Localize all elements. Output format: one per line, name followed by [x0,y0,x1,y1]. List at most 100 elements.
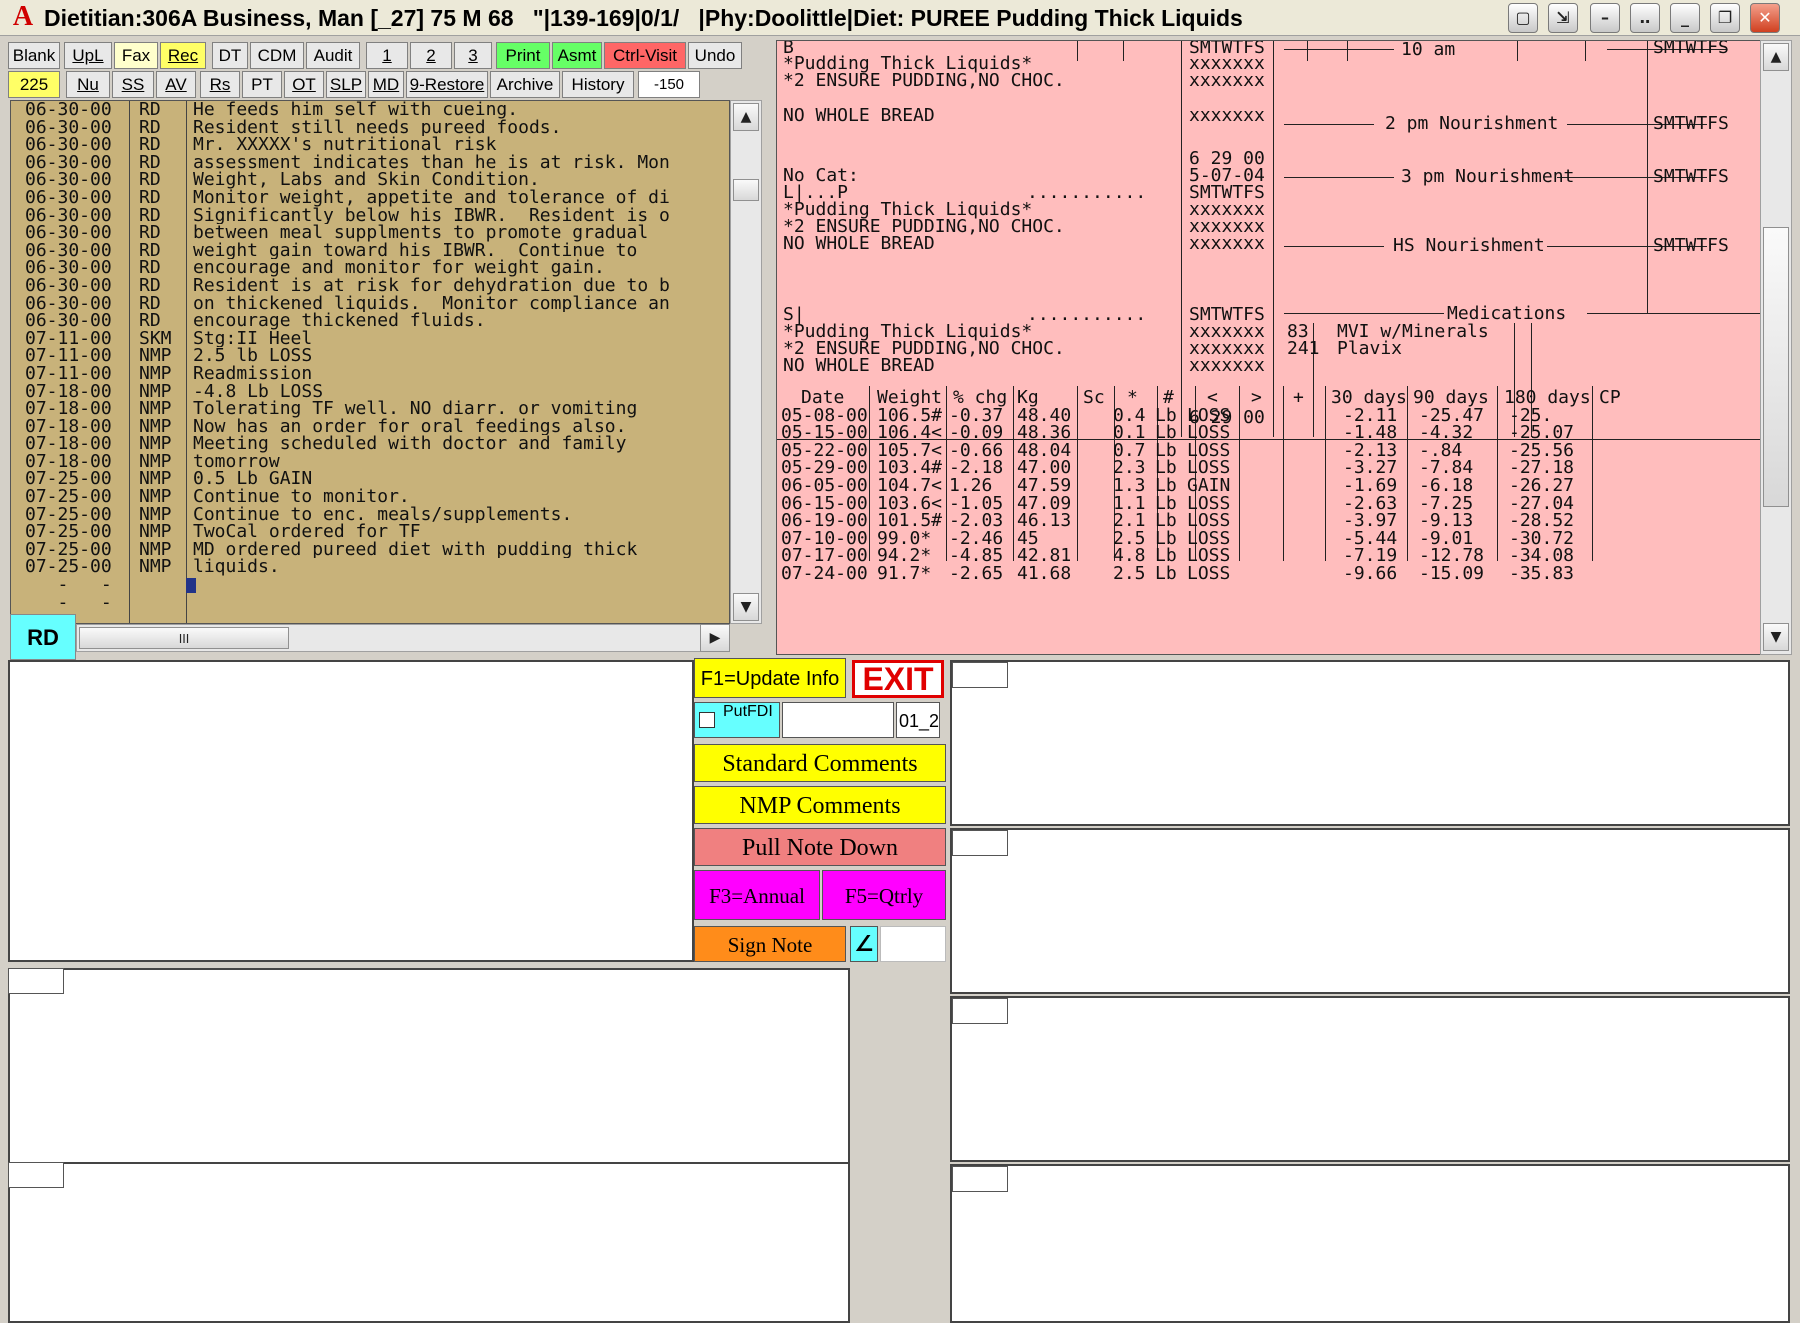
note-row[interactable]: 06-30-00 RD Monitor weight, appetite and t… [11,189,729,207]
note-row[interactable]: 07-25-00 NMP Continue to enc. meals/supple… [11,505,729,524]
close-button[interactable]: ✕ [1750,3,1780,33]
note-row[interactable]: 07-11-00 NMP 2.5 lb LOSS [11,347,729,365]
comment-panel-1[interactable] [950,660,1790,826]
summary-vertical-scrollbar[interactable]: ▲ ▼ [1760,40,1792,655]
note-row[interactable]: 07-18-00 NMP tomorrow [11,453,729,471]
note-row[interactable]: - - [11,593,729,612]
note-row[interactable]: 07-25-00 NMP 0.5 Lb GAIN [11,470,729,488]
rec-button[interactable]: Rec [160,42,206,69]
note-entry-panel[interactable] [8,660,694,962]
note-row[interactable]: 07-11-00 SKM Stg:II Heel [11,329,729,348]
note-row[interactable]: 07-18-00 NMP Tolerating TF well. NO diarr.… [11,400,729,418]
restore-button[interactable]: 9-Restore [406,71,488,98]
pt-button[interactable]: PT [242,71,282,98]
sign-note-button[interactable]: Sign Note [694,926,846,962]
dt-button[interactable]: DT [212,42,248,69]
comment-panel-2[interactable] [950,828,1790,994]
blank-button[interactable]: Blank [8,42,60,69]
md-button[interactable]: MD [368,71,404,98]
sign-angle-icon[interactable]: ∠ [850,926,878,962]
standard-comments-button[interactable]: Standard Comments [694,744,946,782]
undo-button[interactable]: Undo [688,42,742,69]
update-info-button[interactable]: F1=Update Info [694,658,846,698]
note-row[interactable]: 07-25-00 NMP MD ordered pureed diet with p… [11,541,729,559]
summary-scroll-thumb[interactable] [1763,227,1789,507]
note-row[interactable]: 06-30-00 RD encourage thickened fluids. [11,312,729,330]
comment-panel-1-tab[interactable] [952,662,1008,688]
pin-button[interactable]: ⇲ [1548,3,1578,33]
summary-scroll-up-icon[interactable]: ▲ [1763,43,1789,71]
maximize-button[interactable]: ❐ [1710,3,1740,33]
fax-button[interactable]: Fax [114,42,158,69]
notes-panel-2-tab[interactable] [8,968,64,994]
note-row[interactable]: 07-11-00 NMP Readmission [11,365,729,383]
minimize-button[interactable]: _ [1670,3,1700,33]
print-button[interactable]: Print [496,42,550,69]
pull-note-down-button[interactable]: Pull Note Down [694,828,946,866]
rs-button[interactable]: Rs [200,71,240,98]
ctrl-visit-button[interactable]: Ctrl-Visit [604,42,686,69]
note-row[interactable]: 07-25-00 NMP liquids. [11,558,729,576]
archive-button[interactable]: Archive [490,71,560,98]
cdm-button[interactable]: CDM [250,42,304,69]
exit-button[interactable]: EXIT [852,660,944,698]
notes-vertical-scrollbar[interactable]: ▲ ▼ [730,100,762,624]
audit-button[interactable]: Audit [306,42,360,69]
note-row[interactable]: 07-18-00 NMP Now has an order for oral fee… [11,417,729,436]
comment-panel-3-tab[interactable] [952,998,1008,1024]
comment-panel-4[interactable] [950,1164,1790,1323]
notes-panel-3-tab[interactable] [8,1162,64,1188]
scroll-down-icon[interactable]: ▼ [733,593,759,621]
sign-field[interactable] [880,926,946,962]
history-button[interactable]: History [562,71,634,98]
note-row[interactable]: 07-18-00 NMP Meeting scheduled with doctor… [11,435,729,453]
note-row[interactable]: 06-30-00 RD Mr. XXXXX's nutritional risk [11,136,729,154]
scroll-thumb[interactable] [733,179,759,201]
window-menu-button[interactable]: ▢ [1508,3,1538,33]
note-row[interactable]: 06-30-00 RD encourage and monitor for weig… [11,259,729,277]
hscroll-thumb[interactable]: III [79,627,289,649]
note-row[interactable]: 07-18-00 NMP -4.8 Lb LOSS [11,382,729,401]
minimize-inner-button[interactable]: – [1590,3,1620,33]
restore-inner-button[interactable]: ‥ [1630,3,1660,33]
notes-panel-2[interactable] [8,968,850,1164]
av-button[interactable]: AV [156,71,196,98]
note-row[interactable]: 07-25-00 NMP Continue to monitor. [11,488,729,506]
scroll-right-icon[interactable]: ▶ [700,624,730,652]
slp-button[interactable]: SLP [326,71,366,98]
page-3-button[interactable]: 3 [454,42,492,69]
putfdi-control[interactable]: PutFDI [694,702,780,738]
nmp-comments-button[interactable]: NMP Comments [694,786,946,824]
note-row[interactable]: 06-30-00 RD on thickened liquids. Monitor … [11,294,729,313]
note-row[interactable]: 06-30-00 RD Significantly below his IBWR. … [11,206,729,225]
putfdi-field[interactable] [782,702,894,738]
quarterly-button[interactable]: F5=Qtrly [822,870,946,920]
note-row[interactable]: 06-30-00 RD assessment indicates than he i… [11,153,729,172]
note-row[interactable]: - - [11,576,729,594]
offset-field[interactable]: -150 [638,71,700,98]
summary-scroll-down-icon[interactable]: ▼ [1763,623,1789,651]
ot-button[interactable]: OT [284,71,324,98]
note-row[interactable]: 06-30-00 RD He feeds him self with cueing. [11,101,729,119]
note-row[interactable]: 07-25-00 NMP TwoCal ordered for TF [11,523,729,541]
progress-notes-list[interactable]: 06-30-00 RD He feeds him self with cueing.… [10,100,730,624]
scroll-up-icon[interactable]: ▲ [733,103,759,131]
note-row[interactable]: 06-30-00 RD Resident still needs pureed fo… [11,118,729,137]
asmt-button[interactable]: Asmt [552,42,602,69]
notes-panel-3[interactable] [8,1162,850,1323]
nu-button[interactable]: Nu [66,71,110,98]
notes-horizontal-scrollbar[interactable]: III [76,624,730,652]
note-row[interactable]: 06-30-00 RD between meal supplments to pro… [11,224,729,242]
page-2-button[interactable]: 2 [410,42,452,69]
ss-button[interactable]: SS [112,71,154,98]
page-1-button[interactable]: 1 [366,42,408,69]
upl-button[interactable]: UpL [64,42,112,69]
comment-panel-4-tab[interactable] [952,1166,1008,1192]
note-row[interactable]: 06-30-00 RD weight gain toward his IBWR. C… [11,241,729,260]
note-row[interactable]: 06-30-00 RD Weight, Labs and Skin Conditio… [11,171,729,189]
comment-panel-2-tab[interactable] [952,830,1008,856]
comment-panel-3[interactable] [950,996,1790,1162]
code-field[interactable]: 01_2 [896,702,940,738]
annual-button[interactable]: F3=Annual [694,870,820,920]
note-row[interactable]: 06-30-00 RD Resident is at risk for dehydr… [11,277,729,295]
